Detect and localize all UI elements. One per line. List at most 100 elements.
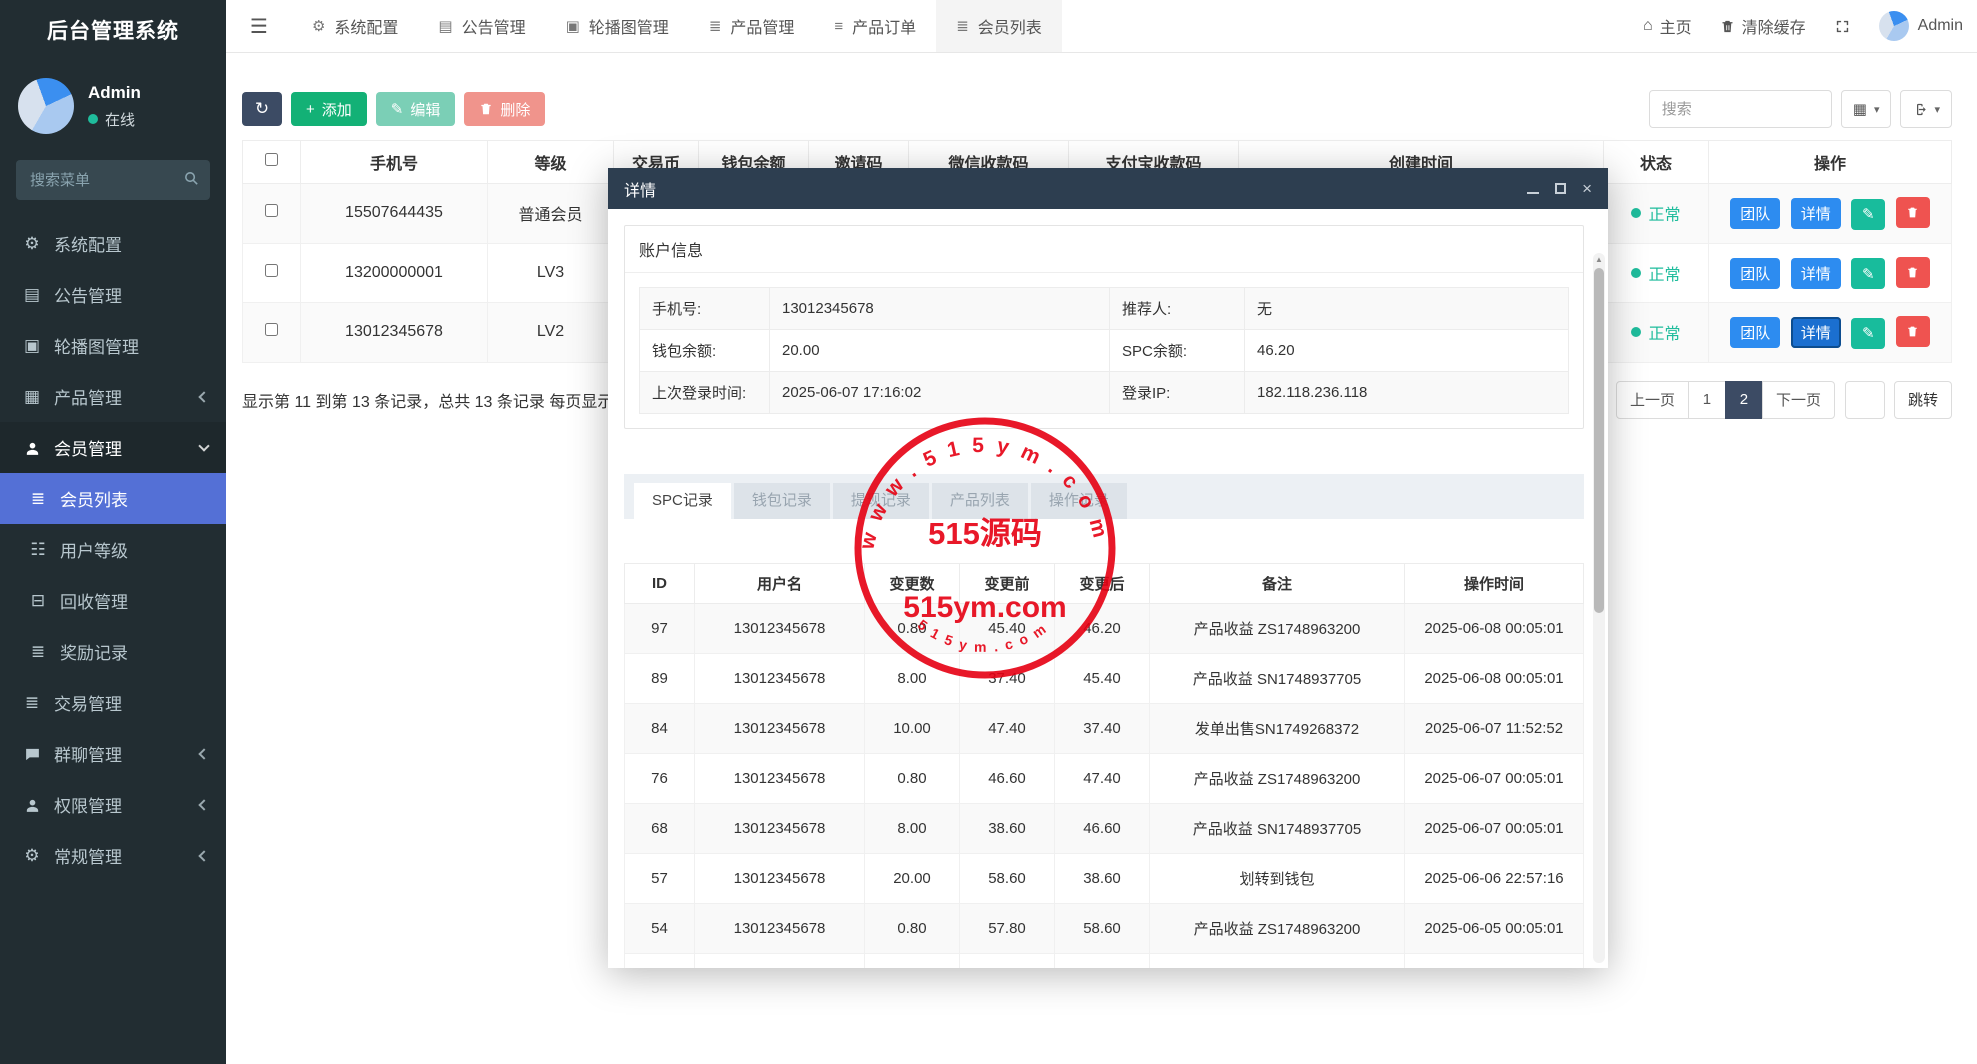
tab-system-config[interactable]: ⚙ 系统配置 <box>292 0 418 52</box>
row-checkbox[interactable] <box>265 264 278 277</box>
tab-product-orders[interactable]: ≡ 产品订单 <box>814 0 936 52</box>
online-dot-icon <box>88 114 98 124</box>
sidebar-item-group-chat[interactable]: 群聊管理 <box>0 728 226 779</box>
phone-cell: 15507644435 <box>301 184 488 244</box>
sidebar-search <box>16 160 210 200</box>
pencil-icon: ✎ <box>391 100 404 118</box>
time-cell: 2025-06-05 00:05:01 <box>1405 954 1584 969</box>
status-label: 正常 <box>1648 261 1680 285</box>
home-link[interactable]: ⌂ 主页 <box>1643 14 1692 38</box>
status-cell: 正常 <box>1604 184 1709 244</box>
refresh-icon: ↻ <box>255 99 269 119</box>
sidebar-item-recycle[interactable]: ⊟ 回收管理 <box>0 575 226 626</box>
row-delete-button[interactable] <box>1896 316 1930 347</box>
detail-button[interactable]: 详情 <box>1791 317 1841 348</box>
add-button[interactable]: + 添加 <box>291 92 367 126</box>
tab-member-list[interactable]: ≣ 会员列表 <box>936 0 1062 52</box>
page-1-button[interactable]: 1 <box>1688 381 1726 419</box>
tab-carousel[interactable]: ▣ 轮播图管理 <box>546 0 689 52</box>
user-cell: 13012345678 <box>695 704 865 754</box>
chat-icon <box>18 744 46 764</box>
user-menu[interactable]: Admin <box>1879 11 1963 41</box>
sidebar-item-carousel[interactable]: ▣ 轮播图管理 <box>0 320 226 371</box>
clear-cache-link[interactable]: 清除缓存 <box>1720 14 1806 38</box>
row-checkbox[interactable] <box>265 323 278 336</box>
team-button[interactable]: 团队 <box>1730 317 1780 348</box>
jump-button[interactable]: 跳转 <box>1894 381 1952 419</box>
select-all-checkbox[interactable] <box>265 153 278 166</box>
tab-announcements[interactable]: ▤ 公告管理 <box>418 0 545 52</box>
sidebar-menu: ⚙ 系统配置 ▤ 公告管理 ▣ 轮播图管理 ▦ 产品管理 会员管理 <box>0 218 226 881</box>
change-cell: 8.00 <box>865 954 960 969</box>
row-delete-button[interactable] <box>1896 257 1930 288</box>
row-edit-button[interactable]: ✎ <box>1851 318 1885 349</box>
sidebar-user-status: 在线 <box>88 109 141 130</box>
id-cell: 84 <box>625 704 695 754</box>
columns-dropdown-button[interactable]: ▦ ▾ <box>1841 90 1892 128</box>
team-button[interactable]: 团队 <box>1730 258 1780 289</box>
row-checkbox[interactable] <box>265 204 278 217</box>
info-label: 钱包余额: <box>640 330 770 372</box>
detail-button[interactable]: 详情 <box>1791 258 1841 289</box>
minimize-icon[interactable] <box>1527 192 1539 194</box>
sidebar-item-system-config[interactable]: ⚙ 系统配置 <box>0 218 226 269</box>
detail-button[interactable]: 详情 <box>1791 198 1841 229</box>
sidebar-item-trades[interactable]: ≣ 交易管理 <box>0 677 226 728</box>
sidebar-item-label: 公告管理 <box>54 282 122 307</box>
export-dropdown-button[interactable]: ▾ <box>1900 90 1952 128</box>
table-search-input[interactable] <box>1649 90 1832 128</box>
page-2-button[interactable]: 2 <box>1725 381 1763 419</box>
sidebar-item-permissions[interactable]: 权限管理 <box>0 779 226 830</box>
tab-spc-records[interactable]: SPC记录 <box>634 483 731 519</box>
next-page-button[interactable]: 下一页 <box>1762 381 1835 419</box>
note-cell: 产品收益 SN1748937705 <box>1150 954 1405 969</box>
delete-label: 删除 <box>500 99 530 120</box>
time-cell: 2025-06-08 00:05:01 <box>1405 604 1584 654</box>
note-cell: 发单出售SN1749268372 <box>1150 704 1405 754</box>
scroll-up-icon[interactable]: ▲ <box>1593 255 1605 264</box>
refresh-button[interactable]: ↻ <box>242 92 282 126</box>
sidebar-item-rewards[interactable]: ≣ 奖励记录 <box>0 626 226 677</box>
edit-button[interactable]: ✎ 编辑 <box>376 92 456 126</box>
col-phone: 手机号 <box>301 141 488 184</box>
sidebar-item-label: 用户等级 <box>60 537 128 562</box>
modal-titlebar[interactable]: 详情 × <box>608 168 1608 209</box>
sidebar-item-label: 权限管理 <box>54 792 122 817</box>
after-cell: 45.40 <box>1055 654 1150 704</box>
sidebar-item-user-levels[interactable]: ☷ 用户等级 <box>0 524 226 575</box>
sidebar-item-announcements[interactable]: ▤ 公告管理 <box>0 269 226 320</box>
account-panel-title: 账户信息 <box>625 226 1583 273</box>
close-icon[interactable]: × <box>1582 180 1592 197</box>
note-cell: 划转到钱包 <box>1150 854 1405 904</box>
tab-withdraw-records[interactable]: 提现记录 <box>833 483 929 519</box>
after-cell: 57.80 <box>1055 954 1150 969</box>
jump-page-input[interactable] <box>1845 381 1885 419</box>
row-select-cell <box>243 243 301 303</box>
record-row: 97 13012345678 0.80 45.40 46.20 产品收益 ZS1… <box>625 604 1584 654</box>
row-edit-button[interactable]: ✎ <box>1851 199 1885 230</box>
sidebar-item-members[interactable]: 会员管理 <box>0 422 226 473</box>
tab-operation-records[interactable]: 操作记录 <box>1031 483 1127 519</box>
sidebar-search-input[interactable] <box>16 160 210 200</box>
tab-products[interactable]: ≣ 产品管理 <box>689 0 815 52</box>
delete-button[interactable]: 删除 <box>464 92 545 126</box>
image-icon: ▣ <box>566 17 580 35</box>
status-dot-icon <box>1631 327 1641 337</box>
fullscreen-icon[interactable] <box>1834 18 1851 35</box>
scrollbar-thumb[interactable] <box>1594 268 1604 613</box>
list-icon: ≣ <box>18 693 46 713</box>
modal-scrollbar: ▲ <box>1593 253 1605 963</box>
prev-page-button[interactable]: 上一页 <box>1616 381 1689 419</box>
sidebar-item-general[interactable]: ⚙ 常规管理 <box>0 830 226 881</box>
sidebar-item-member-list[interactable]: ≣ 会员列表 <box>0 473 226 524</box>
row-delete-button[interactable] <box>1896 197 1930 228</box>
tab-wallet-records[interactable]: 钱包记录 <box>734 483 830 519</box>
info-label: SPC余额: <box>1110 330 1245 372</box>
row-edit-button[interactable]: ✎ <box>1851 258 1885 289</box>
hamburger-icon[interactable]: ☰ <box>226 0 292 52</box>
team-button[interactable]: 团队 <box>1730 198 1780 229</box>
sidebar-item-products[interactable]: ▦ 产品管理 <box>0 371 226 422</box>
record-row: 89 13012345678 8.00 37.40 45.40 产品收益 SN1… <box>625 654 1584 704</box>
maximize-icon[interactable] <box>1555 183 1566 194</box>
tab-product-list[interactable]: 产品列表 <box>932 483 1028 519</box>
